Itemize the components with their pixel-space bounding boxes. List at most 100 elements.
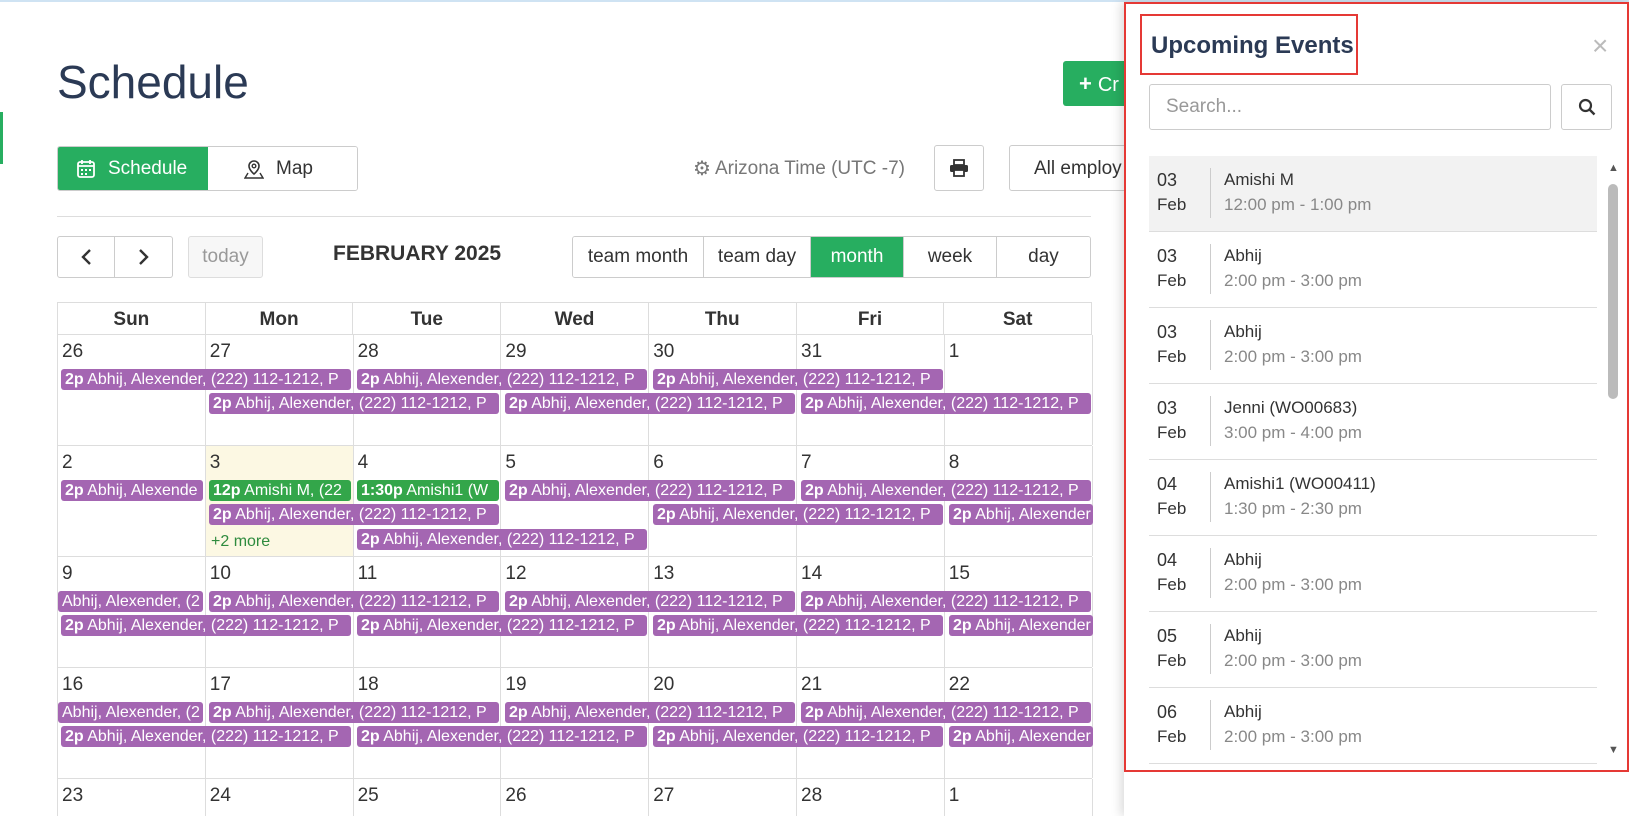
day-number: 5 — [505, 452, 516, 473]
map-pin-icon — [244, 159, 264, 179]
timezone-label: Arizona Time (UTC -7) — [714, 157, 905, 179]
event-label: Abhij, Alexende — [87, 482, 198, 499]
calendar-event[interactable]: 2p Abhij, Alexender, (222) 112-1212, P — [357, 726, 647, 747]
range-selector: team month team day month week day — [572, 236, 1091, 278]
calendar-event[interactable]: 2p Abhij, Alexender, (222) 112-1212, P — [653, 615, 943, 636]
calendar-event[interactable]: 2p Abhij, Alexender, (222) 112-1212, P — [505, 702, 795, 723]
calendar-event[interactable]: 2p Abhij, Alexender, (222) 112-1212, P — [61, 369, 351, 390]
next-button[interactable] — [115, 236, 173, 278]
day-cell[interactable]: 16 — [58, 668, 206, 778]
day-cell[interactable]: 14 — [797, 557, 945, 667]
calendar-event[interactable]: 2p Abhij, Alexender, (222) 112-1212, P — [801, 702, 1091, 723]
day-number: 1 — [948, 785, 960, 806]
day-cell[interactable]: 15 — [945, 557, 1093, 667]
day-cell[interactable]: 18 — [354, 668, 502, 778]
event-label: Abhij, Alexender, (2 — [62, 704, 200, 721]
day-cell[interactable]: 27 — [206, 335, 354, 445]
day-cell[interactable]: 28 — [354, 335, 502, 445]
day-cell[interactable]: 19 — [501, 668, 650, 778]
day-cell[interactable]: 22 — [945, 668, 1093, 778]
calendar-event[interactable]: 2p Abhij, Alexender, (222) 112-1212, P — [357, 369, 647, 390]
day-cell[interactable]: 11 — [354, 557, 502, 667]
range-team-month[interactable]: team month — [573, 237, 704, 277]
day-cell[interactable]: 31 — [797, 335, 945, 445]
day-cell[interactable]: 23 — [58, 779, 206, 816]
day-cell[interactable]: 1 — [945, 335, 1093, 445]
employee-filter-select[interactable]: All employ — [1009, 145, 1139, 191]
calendar-event[interactable]: 2p Abhij, Alexender — [949, 726, 1093, 747]
calendar-event[interactable]: 2p Abhij, Alexender, (222) 112-1212, P — [209, 591, 499, 612]
week-row: 16 17 18 19 20 21 22 Abhij, Alexender, (… — [58, 668, 1093, 779]
calendar-event[interactable]: 2p Abhij, Alexender, (222) 112-1212, P — [505, 591, 795, 612]
day-cell[interactable]: 20 — [649, 668, 797, 778]
event-label: Abhij, Alexender, (222) 112-1212, P — [679, 728, 931, 745]
calendar-event[interactable]: 2p Abhij, Alexender, (222) 112-1212, P — [209, 504, 499, 525]
day-cell[interactable]: 9 — [58, 557, 206, 667]
range-month[interactable]: month — [811, 237, 904, 277]
day-cell[interactable]: 26 — [58, 335, 206, 445]
calendar-event[interactable]: 2p Abhij, Alexender, (222) 112-1212, P — [653, 726, 943, 747]
calendar-event[interactable]: 1:30p Amishi1 (W — [357, 480, 499, 501]
day-cell[interactable]: 29 — [501, 335, 650, 445]
weekday-header: Sun Mon Tue Wed Thu Fri Sat — [58, 302, 1093, 335]
day-cell[interactable]: 21 — [797, 668, 945, 778]
calendar-event[interactable]: 2p Abhij, Alexender, (222) 112-1212, P — [61, 726, 351, 747]
calendar-event[interactable]: Abhij, Alexender, (2 — [58, 702, 203, 723]
range-team-day[interactable]: team day — [704, 237, 811, 277]
calendar-event[interactable]: Abhij, Alexender, (2 — [58, 591, 203, 612]
day-cell[interactable]: 27 — [649, 779, 797, 816]
calendar-event[interactable]: 2p Abhij, Alexender, (222) 112-1212, P — [209, 393, 499, 414]
event-time: 2p — [213, 395, 232, 412]
day-cell[interactable]: 1 — [945, 779, 1093, 816]
day-cell[interactable]: 10 — [206, 557, 354, 667]
day-cell[interactable]: 6 — [649, 446, 797, 556]
calendar-event[interactable]: 12p Amishi M, (22 — [209, 480, 351, 501]
day-number: 6 — [653, 452, 664, 473]
calendar-event[interactable]: 2p Abhij, Alexender, (222) 112-1212, P — [209, 702, 499, 723]
day-number: 20 — [653, 674, 675, 695]
tab-schedule-label: Schedule — [108, 157, 188, 179]
more-events-link[interactable]: +2 more — [211, 533, 270, 551]
day-cell[interactable]: 25 — [354, 779, 502, 816]
tab-schedule[interactable]: Schedule — [58, 147, 208, 190]
day-number: 27 — [653, 785, 675, 806]
calendar-event[interactable]: 2p Abhij, Alexender, (222) 112-1212, P — [801, 393, 1091, 414]
timezone-selector[interactable]: ⚙ Arizona Time (UTC -7) — [693, 156, 905, 181]
day-number: 10 — [209, 563, 231, 584]
day-cell[interactable]: 30 — [649, 335, 797, 445]
calendar-event[interactable]: 2p Abhij, Alexender, (222) 112-1212, P — [505, 393, 795, 414]
day-cell[interactable]: 8 — [945, 446, 1093, 556]
print-button[interactable] — [934, 145, 984, 191]
calendar-event[interactable]: 2p Abhij, Alexender — [949, 615, 1093, 636]
prev-button[interactable] — [57, 236, 115, 278]
tab-map[interactable]: Map — [208, 147, 357, 190]
calendar-event[interactable]: 2p Abhij, Alexender, (222) 112-1212, P — [801, 591, 1091, 612]
calendar-event[interactable]: 2p Abhij, Alexender, (222) 112-1212, P — [653, 504, 943, 525]
calendar-event[interactable]: 2p Abhij, Alexender, (222) 112-1212, P — [801, 480, 1091, 501]
calendar-event[interactable]: 2p Abhij, Alexender — [949, 504, 1093, 525]
day-cell[interactable]: 13 — [649, 557, 797, 667]
day-cell[interactable]: 24 — [206, 779, 354, 816]
range-day[interactable]: day — [997, 237, 1090, 277]
calendar-event[interactable]: 2p Abhij, Alexender, (222) 112-1212, P — [357, 615, 647, 636]
today-button[interactable]: today — [188, 236, 263, 278]
calendar-nav — [57, 236, 173, 278]
day-cell[interactable]: 28 — [797, 779, 945, 816]
day-cell[interactable]: 26 — [501, 779, 650, 816]
create-button-label: Cr — [1097, 74, 1119, 96]
day-cell[interactable]: 12 — [501, 557, 650, 667]
calendar-event[interactable]: 2p Abhij, Alexender, (222) 112-1212, P — [653, 369, 943, 390]
create-button[interactable]: + Cr — [1063, 61, 1133, 106]
day-cell[interactable]: 2 — [58, 446, 206, 556]
day-cell[interactable]: 7 — [797, 446, 945, 556]
calendar-event[interactable]: 2p Abhij, Alexende — [61, 480, 203, 501]
event-label: Abhij, Alexender, (222) 112-1212, P — [827, 593, 1079, 610]
event-label: Abhij, Alexender, (222) 112-1212, P — [87, 617, 339, 634]
event-time: 2p — [953, 506, 972, 523]
calendar-event[interactable]: 2p Abhij, Alexender, (222) 112-1212, P — [505, 480, 795, 501]
day-cell[interactable]: 17 — [206, 668, 354, 778]
calendar-event[interactable]: 2p Abhij, Alexender, (222) 112-1212, P — [61, 615, 351, 636]
range-week[interactable]: week — [904, 237, 997, 277]
calendar-event[interactable]: 2p Abhij, Alexender, (222) 112-1212, P — [357, 529, 647, 550]
day-number: 26 — [62, 341, 84, 362]
